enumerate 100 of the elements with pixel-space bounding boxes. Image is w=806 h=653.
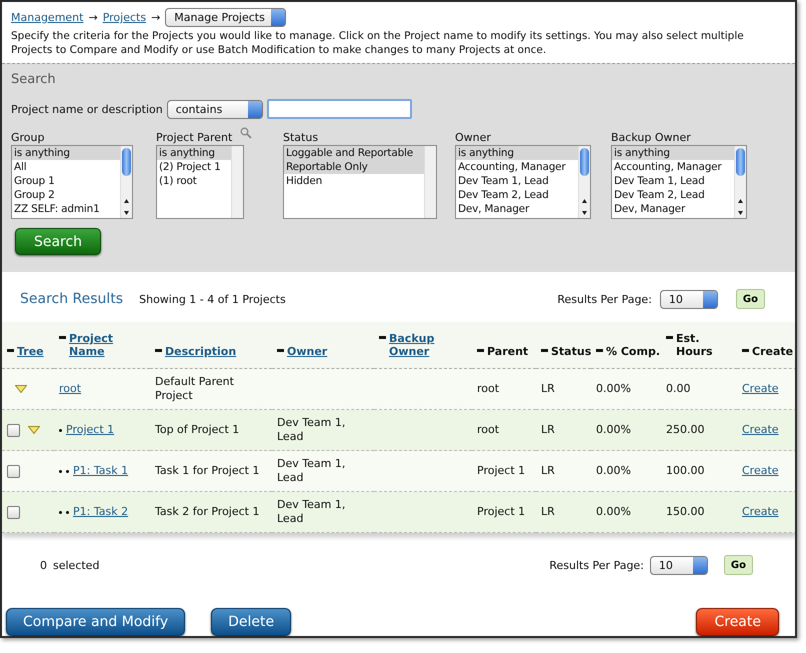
breadcrumb-link[interactable]: Management (11, 11, 84, 24)
scrollbar[interactable] (734, 146, 746, 218)
search-field[interactable] (266, 99, 412, 119)
breadcrumb-separator: → (88, 11, 98, 24)
bullet-icon (66, 510, 69, 514)
per-page-label: Results Per Page: (557, 292, 652, 306)
list-option[interactable]: Dev, Manager (612, 202, 734, 216)
row-checkbox[interactable] (7, 464, 20, 478)
scrollbar[interactable] (578, 146, 590, 218)
list-box[interactable]: is anything (2) Project 1 (1) root (156, 145, 244, 219)
table-cell: root (477, 423, 500, 436)
list-option[interactable]: (2) Project 1 (157, 160, 231, 174)
intro-text: Specify the criteria for the Projects you would like to manage. Click on the Project name to modify its settings. You may also select multiple Projects to Compare and Modify or use Batch Modification to make changes to many Projects at once. (11, 29, 745, 57)
breadcrumb-link[interactable]: Projects (102, 11, 146, 24)
list-option[interactable]: Group 1 (12, 174, 120, 188)
scroll-arrows-icon[interactable] (737, 197, 744, 217)
column-header: Create (752, 345, 794, 358)
scroll-arrows-icon[interactable] (123, 197, 130, 217)
list-option[interactable]: is anything (12, 146, 120, 160)
list-option[interactable]: Group 2 (12, 188, 120, 202)
list-option[interactable]: Dev Team 2, Lead (612, 188, 734, 202)
table-cell: Dev Team 1, Lead (277, 498, 346, 525)
scrollbar[interactable] (231, 146, 243, 218)
page-select[interactable]: Manage Projects (165, 8, 286, 27)
column-header: Est. Hours (676, 332, 714, 358)
list-option[interactable]: Reportable Only (284, 160, 424, 174)
stepper-icon (248, 100, 262, 118)
column-header[interactable]: Tree (17, 345, 44, 358)
action-button[interactable]: Compare and Modify (6, 608, 186, 636)
list-option[interactable]: Dev Team 2, Lead (456, 188, 578, 202)
bullet-icon (59, 470, 62, 472)
table-cell: Project 1 (477, 464, 526, 477)
per-page-select[interactable]: 10 (650, 556, 708, 574)
list-label: Owner (455, 131, 491, 144)
section-title: Search (11, 72, 57, 87)
table-cell: 100.00 (666, 464, 704, 477)
list-box[interactable]: Loggable and Reportable Reportable Only Hidden (283, 145, 437, 219)
per-page-select[interactable]: 10 (660, 290, 718, 308)
row-checkbox[interactable] (7, 506, 20, 518)
table-cell: Task 2 for Project 1 (155, 505, 260, 518)
list-option[interactable]: Loggable and Reportable (284, 146, 424, 160)
list-option[interactable]: Hidden (284, 174, 424, 188)
list-option[interactable]: is anything (157, 146, 231, 160)
field-label: Project name or description (11, 102, 163, 116)
list-option[interactable]: Dev Team 1, Lead (612, 174, 734, 188)
list-option[interactable]: (1) root (157, 174, 231, 188)
list-option[interactable]: All (12, 160, 120, 174)
section-title: Search Results (20, 291, 124, 307)
list-label: Status (283, 131, 318, 144)
search-icon[interactable] (240, 127, 252, 139)
project-link[interactable]: P1: Task 1 (73, 464, 128, 478)
project-link[interactable]: root (59, 382, 82, 396)
column-header: Parent (487, 345, 528, 358)
table-cell: Dev Team 1, Lead (277, 457, 346, 484)
scrollbar[interactable] (120, 146, 132, 218)
action-button[interactable]: Delete (211, 608, 292, 636)
selected-count: 0 (40, 558, 47, 572)
bullet-icon (66, 470, 69, 472)
project-link[interactable]: P1: Task 2 (73, 505, 128, 519)
table-cell: 0.00% (596, 382, 631, 395)
list-box[interactable]: is anything All Group 1 Group 2 ZZ SELF: admin1 (11, 145, 133, 219)
list-option[interactable]: is anything (612, 146, 734, 160)
go-button[interactable]: Go (724, 555, 753, 575)
list-box[interactable]: is anything Accounting, Manager Dev Team 1, Lead Dev Team 2, Lead Dev, Manager (455, 145, 591, 219)
table-cell: Default Parent Project (155, 375, 234, 402)
table-cell: Top of Project 1 (155, 423, 240, 436)
go-button[interactable]: Go (736, 289, 765, 309)
operator-select[interactable]: contains (166, 100, 263, 118)
results-summary: Showing 1 - 4 of 1 Projects (139, 292, 286, 306)
table-cell: Project 1 (477, 505, 526, 518)
table-cell: Dev Team 1, Lead (277, 416, 346, 443)
action-button[interactable]: Create (696, 608, 779, 636)
column-header[interactable]: Description (165, 345, 236, 358)
selected-label: selected (53, 558, 100, 572)
list-label: Backup Owner (611, 131, 691, 144)
list-option[interactable]: ZZ SELF: admin1 (12, 202, 120, 216)
table-cell: 0.00% (596, 423, 631, 436)
stepper-icon (692, 556, 707, 574)
table-cell: 150.00 (666, 505, 704, 518)
project-link[interactable]: Project 1 (66, 423, 114, 437)
scroll-arrows-icon[interactable] (581, 197, 588, 217)
bullet-icon (59, 428, 62, 432)
expand-triangle-icon[interactable] (15, 385, 27, 393)
list-box[interactable]: is anything Accounting, Manager Dev Team 1, Lead Dev Team 2, Lead Dev, Manager (611, 145, 747, 219)
search-button[interactable]: Search (15, 228, 101, 255)
table-cell: 0.00% (596, 505, 631, 518)
column-header[interactable]: Owner (287, 345, 328, 358)
table-cell: 0.00 (666, 382, 690, 395)
list-option[interactable]: Dev, Manager (456, 202, 578, 216)
row-checkbox[interactable] (7, 424, 20, 436)
table-cell: 0.00% (596, 464, 631, 477)
scrollbar[interactable] (424, 146, 436, 218)
breadcrumb-separator: → (151, 11, 160, 24)
list-option[interactable]: Accounting, Manager (456, 160, 578, 174)
table-cell: root (477, 382, 500, 395)
list-option[interactable]: Accounting, Manager (612, 160, 734, 174)
list-option[interactable]: is anything (456, 146, 578, 160)
expand-triangle-icon[interactable] (28, 426, 40, 434)
per-page-label: Results Per Page: (549, 558, 644, 572)
list-option[interactable]: Dev Team 1, Lead (456, 174, 578, 188)
